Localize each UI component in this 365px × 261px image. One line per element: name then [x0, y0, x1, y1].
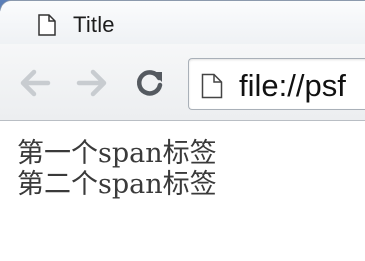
browser-window: Title file://psf 第一个span标签 第二个span标签 [0, 0, 365, 261]
reload-button[interactable] [133, 68, 167, 102]
tab-content[interactable]: Title [38, 11, 115, 39]
page-icon [38, 14, 56, 36]
back-arrow-icon [18, 68, 52, 102]
span-label-1: 第一个span标签 [17, 138, 217, 169]
toolbar: file://psf [0, 44, 365, 121]
tab-title: Title [73, 12, 115, 37]
address-bar[interactable]: file://psf [188, 58, 365, 110]
tab-strip: Title [0, 0, 365, 44]
back-button[interactable] [18, 68, 52, 102]
page-content: 第一个span标签 第二个span标签 [17, 138, 217, 200]
span-label-2: 第二个span标签 [17, 169, 217, 200]
address-text[interactable]: file://psf [239, 68, 346, 104]
reload-icon [135, 68, 165, 102]
page-icon [201, 73, 223, 99]
forward-arrow-icon [75, 68, 109, 102]
forward-button[interactable] [75, 68, 109, 102]
